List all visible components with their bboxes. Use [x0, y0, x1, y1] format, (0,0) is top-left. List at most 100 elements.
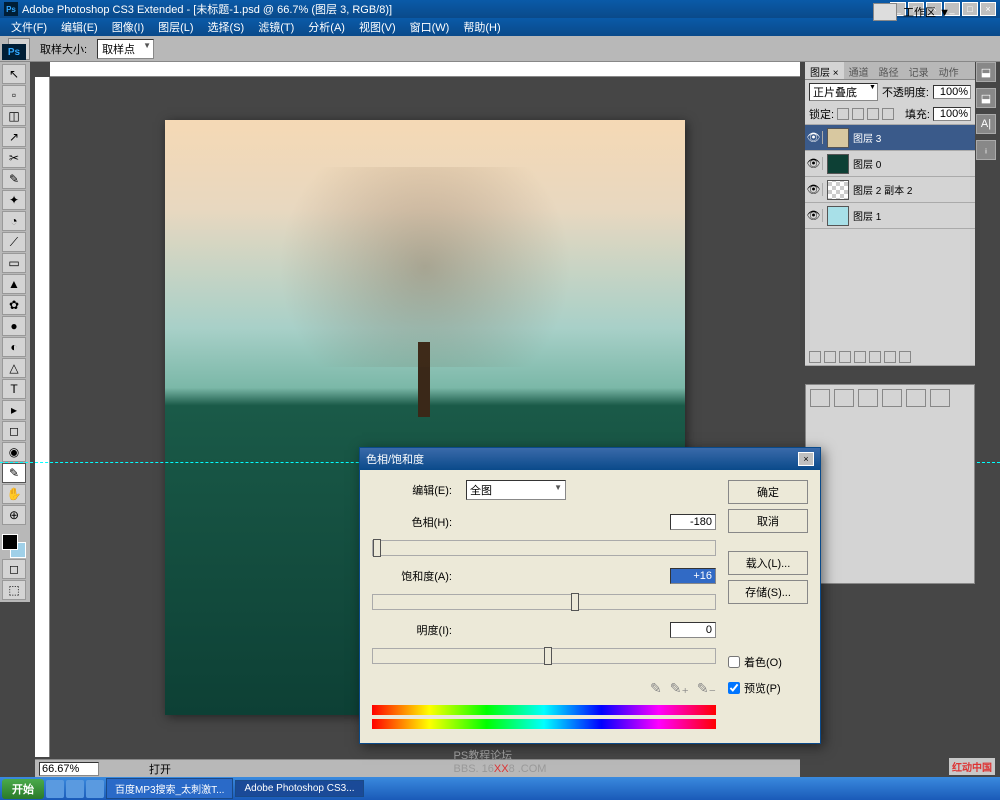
tool-crop[interactable]: ✂ — [2, 148, 26, 168]
visibility-icon[interactable]: 👁 — [805, 209, 823, 222]
layer-mask-icon[interactable] — [839, 351, 851, 363]
start-button[interactable]: 开始 — [2, 779, 44, 799]
doc-maximize-button[interactable]: □ — [962, 2, 978, 16]
sample-size-select[interactable]: 取样点 — [97, 39, 154, 59]
menu-window[interactable]: 窗口(W) — [403, 18, 457, 36]
screen-mode-icon[interactable] — [873, 3, 897, 21]
preview-checkbox[interactable] — [728, 682, 740, 694]
tool-stamp[interactable]: ⟋ — [2, 232, 26, 252]
menu-analysis[interactable]: 分析(A) — [301, 18, 352, 36]
dialog-close-button[interactable]: × — [798, 452, 814, 466]
visibility-icon[interactable]: 👁 — [805, 157, 823, 170]
edit-select[interactable]: 全图 — [466, 480, 566, 500]
collapsed-panel-icon[interactable]: ᵢ — [976, 140, 996, 160]
collapsed-panel-icon[interactable]: ⬓ — [976, 88, 996, 108]
tool-pen[interactable]: △ — [2, 358, 26, 378]
tool-eraser[interactable]: ▲ — [2, 274, 26, 294]
menu-select[interactable]: 选择(S) — [201, 18, 252, 36]
workspace-select[interactable]: 工作区 ▼ — [903, 4, 950, 20]
hue-input[interactable]: -180 — [670, 514, 716, 530]
adjustment-layer-icon[interactable] — [854, 351, 866, 363]
panel-icon[interactable] — [882, 389, 902, 407]
quick-mask-toggle[interactable]: ◻ — [2, 559, 26, 579]
new-layer-icon[interactable] — [884, 351, 896, 363]
layer-row[interactable]: 👁 图层 1 — [805, 203, 975, 229]
visibility-icon[interactable]: 👁 — [805, 183, 823, 196]
layer-thumbnail[interactable] — [827, 206, 849, 226]
tool-path[interactable]: ▸ — [2, 400, 26, 420]
layer-row[interactable]: 👁 图层 3 — [805, 125, 975, 151]
lightness-input[interactable]: 0 — [670, 622, 716, 638]
layer-row[interactable]: 👁 图层 0 — [805, 151, 975, 177]
quick-launch-icon[interactable] — [66, 780, 84, 798]
tool-dodge[interactable]: ◐ — [2, 337, 26, 357]
zoom-field[interactable]: 66.67% — [39, 762, 99, 776]
tool-type[interactable]: T — [2, 379, 26, 399]
tab-history[interactable]: 记录 — [904, 62, 934, 79]
menu-help[interactable]: 帮助(H) — [456, 18, 507, 36]
tool-gradient[interactable]: ✿ — [2, 295, 26, 315]
lock-position-icon[interactable] — [867, 108, 879, 120]
lock-transparency-icon[interactable] — [837, 108, 849, 120]
menu-image[interactable]: 图像(I) — [105, 18, 151, 36]
tool-healing[interactable]: ✦ — [2, 190, 26, 210]
eyedropper-add-icon[interactable]: ✎₊ — [670, 680, 689, 697]
lock-pixels-icon[interactable] — [852, 108, 864, 120]
dialog-titlebar[interactable]: 色相/饱和度 × — [360, 448, 820, 470]
collapsed-panel-icon[interactable]: ⬓ — [976, 62, 996, 82]
panel-icon[interactable] — [810, 389, 830, 407]
layer-group-icon[interactable] — [869, 351, 881, 363]
layer-thumbnail[interactable] — [827, 154, 849, 174]
tab-actions[interactable]: 动作 — [934, 62, 964, 79]
blend-mode-select[interactable]: 正片叠底 — [809, 83, 878, 101]
tool-eyedropper[interactable]: ✎ — [2, 463, 26, 483]
tool-blur[interactable]: ● — [2, 316, 26, 336]
tab-paths[interactable]: 路径 — [874, 62, 904, 79]
lock-all-icon[interactable] — [882, 108, 894, 120]
tool-brush[interactable]: ◔ — [2, 211, 26, 231]
opacity-input[interactable]: 100% — [933, 85, 971, 99]
layer-thumbnail[interactable] — [827, 128, 849, 148]
taskbar-item[interactable]: Adobe Photoshop CS3... — [235, 780, 363, 797]
panel-icon[interactable] — [834, 389, 854, 407]
layer-name[interactable]: 图层 1 — [853, 208, 881, 223]
fill-input[interactable]: 100% — [933, 107, 971, 121]
cancel-button[interactable]: 取消 — [728, 509, 808, 533]
layer-name[interactable]: 图层 3 — [853, 130, 881, 145]
tool-history-brush[interactable]: ▭ — [2, 253, 26, 273]
colorize-checkbox[interactable] — [728, 656, 740, 668]
tool-shape[interactable]: ◻ — [2, 421, 26, 441]
visibility-icon[interactable]: 👁 — [805, 131, 823, 144]
menu-edit[interactable]: 编辑(E) — [54, 18, 105, 36]
delete-layer-icon[interactable] — [899, 351, 911, 363]
tab-channels[interactable]: 通道 — [844, 62, 874, 79]
tool-move[interactable]: ↖ — [2, 64, 26, 84]
doc-close-button[interactable]: × — [980, 2, 996, 16]
layer-thumbnail[interactable] — [827, 180, 849, 200]
menu-file[interactable]: 文件(F) — [4, 18, 54, 36]
eyedropper-icon[interactable]: ✎ — [650, 680, 662, 697]
tool-slice[interactable]: ✎ — [2, 169, 26, 189]
ok-button[interactable]: 确定 — [728, 480, 808, 504]
lightness-slider[interactable] — [372, 648, 716, 664]
panel-icon[interactable] — [858, 389, 878, 407]
screen-mode-toggle[interactable]: ⬚ — [2, 580, 26, 600]
quick-launch-icon[interactable] — [46, 780, 64, 798]
tool-lasso[interactable]: ◫ — [2, 106, 26, 126]
layer-style-icon[interactable] — [824, 351, 836, 363]
tool-hand[interactable]: ✋ — [2, 484, 26, 504]
hue-slider[interactable] — [372, 540, 716, 556]
quick-launch-icon[interactable] — [86, 780, 104, 798]
panel-icon[interactable] — [906, 389, 926, 407]
panel-icon[interactable] — [930, 389, 950, 407]
foreground-color-swatch[interactable] — [2, 534, 18, 550]
menu-view[interactable]: 视图(V) — [352, 18, 403, 36]
tool-zoom[interactable]: ⊕ — [2, 505, 26, 525]
layer-row[interactable]: 👁 图层 2 副本 2 — [805, 177, 975, 203]
collapsed-panel-icon[interactable]: A| — [976, 114, 996, 134]
menu-filter[interactable]: 滤镜(T) — [251, 18, 301, 36]
tool-marquee[interactable]: ▫ — [2, 85, 26, 105]
taskbar-item[interactable]: 百度MP3搜索_太刺激T... — [106, 778, 233, 799]
menu-layer[interactable]: 图层(L) — [151, 18, 200, 36]
eyedropper-subtract-icon[interactable]: ✎₋ — [697, 680, 716, 697]
